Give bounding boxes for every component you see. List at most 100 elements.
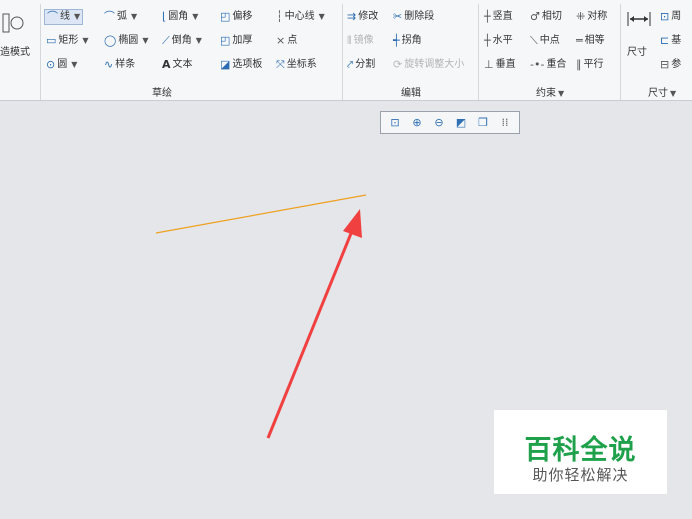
sketch-line[interactable] — [155, 194, 367, 234]
horizontal-icon: ┼ — [484, 34, 491, 47]
spline-label: 样条 — [115, 59, 136, 70]
line-label: 线 — [60, 11, 70, 22]
ellipse-button[interactable]: ◯ 椭圆 ▼ — [104, 34, 148, 48]
delete-segment-button[interactable]: ✂ 删除段 — [393, 10, 434, 24]
spline-button[interactable]: ∿ 样条 — [104, 58, 135, 72]
watermark-title: 百科全说 — [524, 435, 637, 466]
thicken-icon: ◰ — [220, 34, 231, 47]
chevron-down-icon[interactable]: ▼ — [131, 11, 137, 23]
rectangle-icon: ▭ — [46, 34, 57, 47]
fillet-button[interactable]: ⌊ 圆角 ▼ — [162, 10, 198, 24]
equal-label: 相等 — [584, 35, 605, 46]
offset-button[interactable]: ◰ 偏移 — [220, 10, 252, 24]
perpendicular-icon: ⊥ — [484, 58, 494, 71]
zoom-out-icon[interactable]: ⊖ — [431, 115, 447, 131]
ribbon: 造模式 ⌒ 线 ▼ ▭ 矩形 ▼ ⊙ 圆 ▼ ⌒ 弧 ▼ ◯ 椭圆 ▼ ∿ 样条 ⌊ 圆角 ▼ ⟋ 倒角 ▼ … — [0, 0, 692, 101]
baseline-button[interactable]: ⊏ 基 — [660, 34, 681, 48]
vertical-button[interactable]: ┼ 竖直 — [484, 10, 513, 24]
text-icon: A — [162, 58, 171, 71]
divide-button[interactable]: ⤤ 分割 — [347, 58, 375, 72]
edit-group-label: 编辑 — [401, 88, 421, 99]
chevron-down-icon[interactable]: ▼ — [192, 11, 198, 23]
coincident-icon: -•- — [530, 58, 545, 71]
coordsys-button[interactable]: ⤧ 坐标系 — [276, 58, 317, 72]
line-button[interactable]: ⌒ 线 ▼ — [44, 9, 84, 25]
reference-button[interactable]: ⊟ 参 — [660, 58, 681, 72]
chevron-down-icon[interactable]: ▼ — [82, 35, 88, 47]
parallel-button[interactable]: ∥ 平行 — [576, 58, 604, 72]
parallel-label: 平行 — [583, 59, 604, 70]
circle-label: 圆 — [57, 59, 68, 70]
circle-icon: ⊙ — [46, 58, 56, 71]
constrain-group-label[interactable]: 约束 ▼ — [536, 84, 564, 99]
dimension-group-label[interactable]: 尺寸 ▼ — [648, 84, 676, 99]
rectangle-label: 矩形 — [58, 35, 79, 46]
chevron-down-icon[interactable]: ▼ — [71, 59, 77, 71]
horizontal-button[interactable]: ┼ 水平 — [484, 34, 513, 48]
symmetric-icon: ⁜ — [576, 10, 586, 23]
equal-button[interactable]: ═ 相等 — [576, 34, 605, 48]
refit-icon[interactable]: ⊡ — [387, 115, 403, 131]
chevron-down-icon[interactable]: ▼ — [74, 11, 80, 23]
point-label: 点 — [287, 35, 298, 46]
horizontal-label: 水平 — [492, 35, 513, 46]
dimension-icon[interactable] — [626, 10, 652, 28]
chevron-down-icon: ▼ — [558, 89, 565, 98]
thicken-button[interactable]: ◰ 加厚 — [220, 34, 252, 48]
centerline-icon: ┆ — [276, 10, 283, 23]
tangent-button[interactable]: ♂ 相切 — [530, 10, 562, 24]
symmetric-button[interactable]: ⁜ 对称 — [576, 10, 607, 24]
coincident-button[interactable]: -•- 重合 — [530, 58, 566, 72]
circle-button[interactable]: ⊙ 圆 ▼ — [46, 58, 77, 72]
centerline-label: 中心线 — [284, 11, 315, 22]
arc-label: 弧 — [117, 11, 127, 22]
perimeter-button[interactable]: ⊡ 周 — [660, 10, 681, 24]
arc-button[interactable]: ⌒ 弧 ▼ — [104, 10, 137, 24]
sketch-mode-icon[interactable] — [2, 12, 24, 36]
sketch-display-icon[interactable]: ⁞⁞ — [497, 115, 513, 131]
rectangle-button[interactable]: ▭ 矩形 ▼ — [46, 34, 89, 48]
coincident-label: 重合 — [546, 59, 567, 70]
text-label: 文本 — [172, 59, 193, 70]
modify-button[interactable]: ⇉ 修改 — [347, 10, 378, 24]
coordsys-icon: ⤧ — [276, 58, 285, 71]
corner-button[interactable]: ┽ 拐角 — [393, 34, 422, 48]
fillet-label: 圆角 — [168, 11, 189, 22]
baseline-icon: ⊏ — [660, 34, 670, 47]
arc-icon: ⌒ — [104, 10, 115, 23]
palette-label: 选项板 — [232, 59, 263, 70]
point-button[interactable]: × 点 — [276, 34, 297, 48]
rotate-resize-button[interactable]: ⟳ 旋转调整大小 — [393, 58, 464, 72]
display-style-icon[interactable]: ❒ — [475, 115, 491, 131]
zoom-in-icon[interactable]: ⊕ — [409, 115, 425, 131]
midpoint-label: 中点 — [539, 35, 560, 46]
corner-label: 拐角 — [401, 35, 422, 46]
watermark-subtitle: 助你轻松解决 — [532, 466, 629, 484]
sketch-mode-button[interactable]: 造模式 — [0, 46, 30, 60]
dimension-button[interactable]: 尺寸 — [627, 46, 647, 60]
perpendicular-button[interactable]: ⊥ 垂直 — [484, 58, 516, 72]
delete-segment-label: 删除段 — [404, 11, 435, 22]
midpoint-button[interactable]: ⟍ 中点 — [530, 34, 560, 48]
rotate-resize-label: 旋转调整大小 — [404, 59, 465, 70]
symmetric-label: 对称 — [587, 11, 608, 22]
chevron-down-icon[interactable]: ▼ — [142, 35, 148, 47]
constrain-group-text: 约束 — [536, 88, 556, 99]
vertical-icon: ┼ — [484, 10, 491, 23]
chamfer-button[interactable]: ⟋ 倒角 ▼ — [162, 34, 202, 48]
chevron-down-icon[interactable]: ▼ — [196, 35, 202, 47]
line-icon: ⌒ — [47, 10, 58, 23]
view-toolbar: ⊡ ⊕ ⊖ ◩ ❒ ⁞⁞ — [380, 111, 520, 134]
repaint-icon[interactable]: ◩ — [453, 115, 469, 131]
mirror-label: 镜像 — [353, 35, 374, 46]
chevron-down-icon[interactable]: ▼ — [319, 11, 325, 23]
mirror-button[interactable]: ⫴ 镜像 — [347, 34, 374, 48]
palette-button[interactable]: ◪ 选项板 — [220, 58, 262, 72]
dimension-label: 尺寸 — [627, 47, 647, 58]
dimension-group-text: 尺寸 — [648, 88, 668, 99]
equal-icon: ═ — [576, 34, 583, 47]
chevron-down-icon: ▼ — [670, 89, 677, 98]
fillet-icon: ⌊ — [162, 10, 167, 23]
centerline-button[interactable]: ┆ 中心线 ▼ — [276, 10, 325, 24]
text-button[interactable]: A 文本 — [162, 58, 193, 72]
